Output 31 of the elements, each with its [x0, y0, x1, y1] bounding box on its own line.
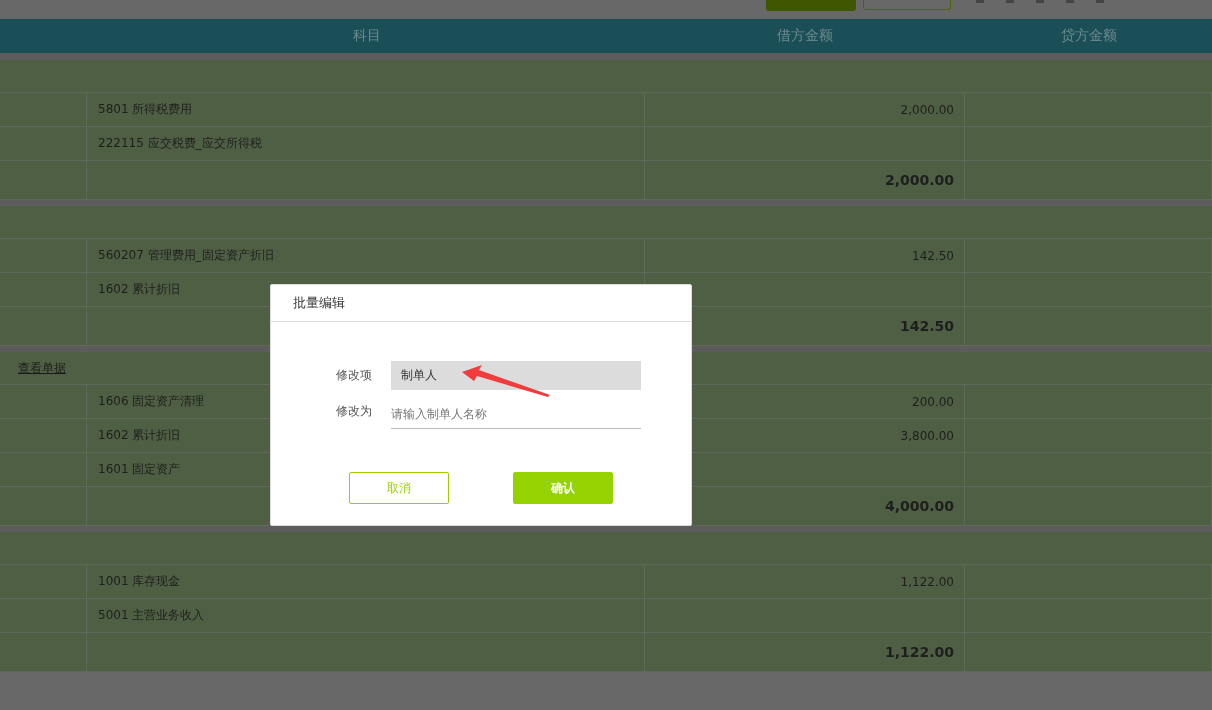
cancel-button[interactable]: 取消	[349, 472, 449, 504]
column-header: 科目	[351, 27, 382, 45]
debit-cell: 3,800.00	[900, 428, 954, 443]
toolbar-icon[interactable]	[1096, 0, 1104, 3]
toolbar-button[interactable]	[766, 0, 856, 11]
view-document-link[interactable]: 查看单据	[18, 359, 66, 377]
toolbar-button[interactable]	[863, 0, 951, 10]
toolbar-icon[interactable]	[976, 0, 984, 3]
debit-cell: 1,122.00	[900, 574, 954, 589]
total-amount: 2,000.00	[884, 172, 954, 188]
select-field[interactable]: 制单人	[391, 360, 641, 390]
dialog-title: 批量编辑	[293, 294, 345, 312]
account-cell: 1001 库存现金	[98, 573, 181, 590]
debit-cell: 142.50	[912, 248, 954, 263]
column-header: 借方金额	[776, 27, 834, 45]
account-cell: 1606 固定资产清理	[98, 393, 205, 410]
total-amount: 1,122.00	[884, 644, 954, 660]
debit-cell: 2,000.00	[900, 102, 954, 117]
toolbar-icon[interactable]	[1006, 0, 1014, 3]
total-amount: 142.50	[899, 318, 954, 334]
field-label: 修改项	[335, 366, 373, 384]
field-label: 修改为	[335, 402, 373, 420]
toolbar-icon[interactable]	[1036, 0, 1044, 3]
debit-cell: 200.00	[912, 394, 954, 409]
column-header: 贷方金额	[1059, 27, 1118, 45]
account-cell: 222115 应交税费_应交所得税	[98, 135, 262, 152]
account-cell: 1601 固定资产	[98, 461, 181, 478]
confirm-button[interactable]: 确认	[513, 472, 613, 504]
total-amount: 4,000.00	[884, 498, 954, 514]
toolbar-icon[interactable]	[1066, 0, 1074, 3]
account-cell: 5801 所得税费用	[98, 101, 193, 118]
